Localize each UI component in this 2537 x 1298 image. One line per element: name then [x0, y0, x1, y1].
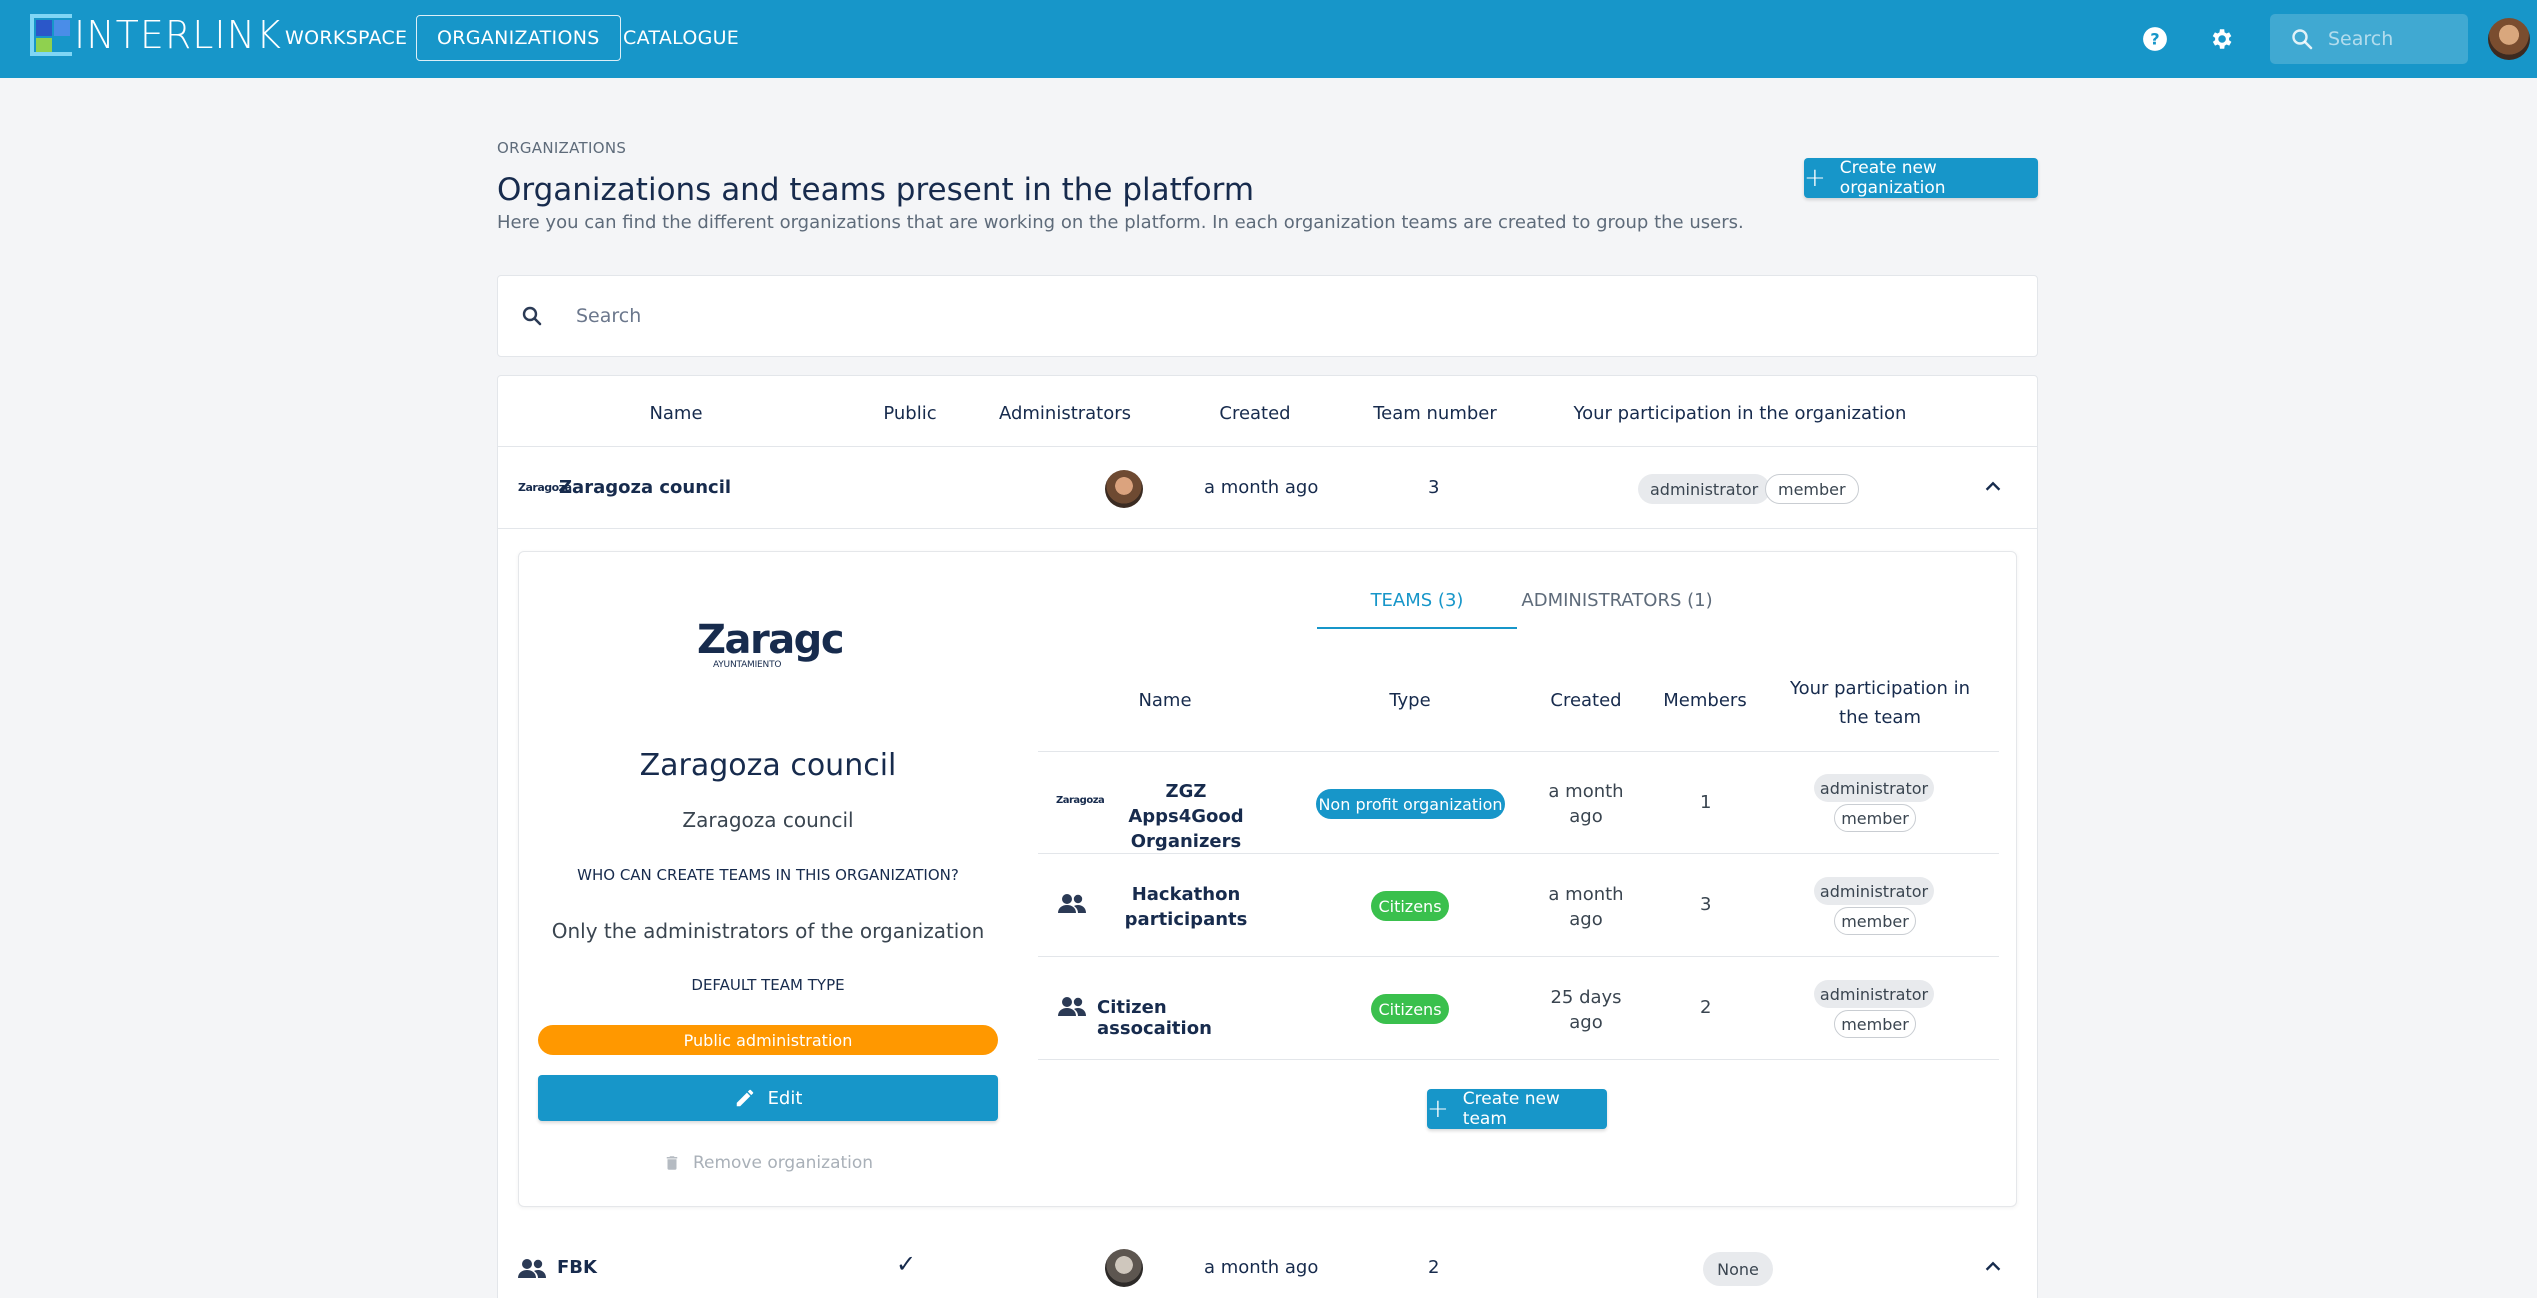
team-1-role-member: member — [1834, 804, 1916, 832]
plus-icon: + — [1804, 163, 1826, 193]
column-header-team-number[interactable]: Team number — [1365, 403, 1505, 424]
nav-catalogue[interactable]: CATALOGUE — [603, 15, 759, 61]
search-icon — [2292, 29, 2313, 50]
edit-label: Edit — [767, 1087, 803, 1109]
team-column-name[interactable]: Name — [1110, 690, 1220, 711]
fbk-row-team-number: 2 — [1428, 1257, 1440, 1278]
team-3-role-administrator: administrator — [1814, 980, 1934, 1008]
create-team-label: Create new team — [1462, 1089, 1560, 1129]
team-1-role-administrator: administrator — [1814, 774, 1934, 802]
pencil-icon — [736, 1089, 753, 1107]
nav-organizations[interactable]: ORGANIZATIONS — [416, 15, 621, 61]
team-column-members[interactable]: Members — [1650, 690, 1760, 711]
search-placeholder: Search — [576, 305, 642, 327]
team-2-group-icon — [1058, 894, 1086, 913]
edit-organization-button[interactable]: Edit — [538, 1075, 998, 1121]
who-can-create-label: WHO CAN CREATE TEAMS IN THIS ORGANIZATIO… — [577, 866, 959, 884]
interlink-logo-mark — [30, 14, 72, 56]
team-1-type-badge: Non profit organization — [1316, 789, 1505, 819]
organization-search-input[interactable]: Search — [497, 275, 2038, 357]
zaragoza-logo: Zaragc — [696, 617, 845, 663]
team-3-name[interactable]: Citizen assocaition — [1097, 997, 1251, 1039]
organization-description: Zaragoza council — [682, 808, 854, 832]
fbk-role-none: None — [1703, 1252, 1773, 1286]
trash-icon — [666, 1156, 678, 1170]
page-title: Organizations and teams present in the p… — [497, 172, 1255, 208]
team-2-name[interactable]: Hackathon participants — [1106, 882, 1266, 932]
column-header-participation[interactable]: Your participation in the organization — [1570, 403, 1910, 424]
team-1-created: a month ago — [1548, 781, 1624, 827]
fbk-row-created: a month ago — [1204, 1257, 1319, 1278]
remove-organization-label: Remove organization — [692, 1153, 874, 1173]
team-3-created: 25 days ago — [1550, 987, 1622, 1033]
settings-icon[interactable] — [2208, 26, 2234, 52]
team-3-members: 2 — [1700, 997, 1712, 1018]
team-2-role-administrator: administrator — [1814, 877, 1934, 905]
column-header-created[interactable]: Created — [1200, 403, 1310, 424]
header-divider — [498, 446, 2037, 447]
brand-name: INTERLINK — [74, 13, 282, 57]
interlink-logo[interactable]: INTERLINK — [30, 14, 282, 56]
zaragoza-row-name[interactable]: Zaragoza council — [559, 477, 731, 498]
breadcrumb: ORGANIZATIONS — [497, 139, 627, 157]
collapse-chevron-icon[interactable] — [1982, 1256, 2004, 1278]
fbk-group-icon — [518, 1259, 546, 1278]
team-2-created: a month ago — [1548, 884, 1624, 930]
team-2-role-member: member — [1834, 907, 1916, 935]
team-row-divider — [1038, 1059, 1999, 1060]
zaragoza-logo-subtitle: AYUNTAMIENTO — [713, 660, 782, 670]
team-3-group-icon — [1058, 997, 1086, 1016]
team-2-members: 3 — [1700, 894, 1712, 915]
zaragoza-row-team-number: 3 — [1428, 477, 1440, 498]
create-organization-label: Create new organization — [1839, 158, 1946, 198]
zaragoza-role-member: member — [1765, 474, 1859, 504]
zaragoza-row-created: a month ago — [1204, 477, 1319, 498]
remove-organization-button[interactable]: Remove organization — [538, 1153, 998, 1173]
zaragoza-role-administrator: administrator — [1638, 474, 1771, 504]
column-header-name[interactable]: Name — [616, 403, 736, 424]
row-divider — [498, 528, 2037, 529]
fbk-public-check-icon: ✓ — [896, 1250, 917, 1278]
create-team-button[interactable]: + Create new team — [1427, 1089, 1607, 1129]
team-row-divider — [1038, 956, 1999, 957]
team-header-divider — [1038, 751, 1999, 752]
help-icon[interactable]: ? — [2142, 26, 2168, 52]
create-organization-button[interactable]: + Create new organization — [1804, 158, 2038, 198]
default-team-type-badge: Public administration — [538, 1025, 998, 1055]
team-column-participation[interactable]: Your participation in the team — [1775, 674, 1985, 732]
team-row-divider — [1038, 853, 1999, 854]
global-search-placeholder: Search — [2328, 28, 2394, 50]
active-tab-indicator — [1317, 627, 1517, 629]
user-avatar[interactable] — [2488, 18, 2530, 60]
collapse-chevron-icon[interactable] — [1982, 476, 2004, 498]
search-icon — [522, 306, 542, 326]
team-3-type-badge: Citizens — [1371, 994, 1449, 1024]
team-3-role-member: member — [1834, 1010, 1916, 1038]
fbk-admin-avatar[interactable] — [1105, 1249, 1143, 1287]
organization-name: Zaragoza council — [639, 748, 897, 783]
team-column-type[interactable]: Type — [1355, 690, 1465, 711]
fbk-row-name[interactable]: FBK — [557, 1257, 597, 1278]
team-1-members: 1 — [1700, 792, 1712, 813]
team-1-logo: Zaragoza — [1056, 795, 1105, 806]
top-app-bar: INTERLINK WORKSPACE ORGANIZATIONS CATALO… — [0, 0, 2537, 78]
nav-workspace[interactable]: WORKSPACE — [265, 15, 427, 61]
tab-teams[interactable]: TEAMS (3) — [1317, 590, 1517, 611]
svg-text:?: ? — [2150, 29, 2159, 48]
page-subtitle: Here you can find the different organiza… — [497, 212, 1744, 233]
tab-administrators[interactable]: ADMINISTRATORS (1) — [1520, 590, 1714, 611]
team-2-type-badge: Citizens — [1371, 891, 1449, 921]
global-search-input[interactable]: Search — [2270, 14, 2468, 64]
column-header-public[interactable]: Public — [865, 403, 955, 424]
team-column-created[interactable]: Created — [1531, 690, 1641, 711]
column-header-administrators[interactable]: Administrators — [990, 403, 1140, 424]
who-can-create-value: Only the administrators of the organizat… — [551, 919, 985, 943]
zaragoza-admin-avatar[interactable] — [1105, 470, 1143, 508]
team-1-name[interactable]: ZGZ Apps4Good Organizers — [1106, 779, 1266, 854]
default-team-type-label: DEFAULT TEAM TYPE — [691, 976, 845, 994]
plus-icon: + — [1427, 1094, 1449, 1124]
